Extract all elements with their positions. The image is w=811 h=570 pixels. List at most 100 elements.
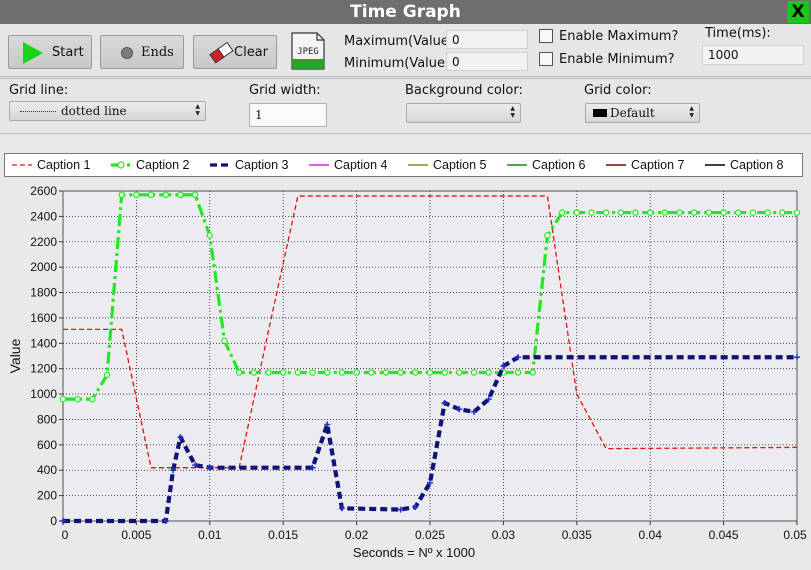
time-field[interactable]: 1000 — [702, 45, 804, 65]
record-dot-icon — [121, 47, 133, 59]
x-tick-label: 0.01 — [198, 528, 222, 542]
series-2-marker — [382, 369, 390, 376]
series-2-marker — [705, 209, 713, 216]
y-tick-label: 1800 — [30, 286, 57, 300]
series-2-marker — [544, 232, 551, 239]
enable-minimum-label: Enable Minimum? — [559, 52, 675, 67]
series-2-marker — [353, 369, 360, 376]
color-swatch-icon — [593, 109, 607, 117]
x-tick-label: 0.03 — [492, 528, 516, 542]
y-tick-label: 2400 — [30, 209, 57, 223]
series-2-marker — [691, 209, 698, 216]
series-2-marker — [735, 209, 742, 216]
series-2-marker — [779, 209, 786, 216]
start-button[interactable]: Start — [8, 35, 92, 69]
y-tick-label: 0 — [50, 514, 57, 528]
series-2-marker — [661, 209, 669, 216]
play-icon — [23, 42, 43, 64]
series-2-marker — [294, 369, 302, 376]
grid-color-select[interactable]: Default ▲ ▼ — [585, 103, 700, 123]
series-2-marker — [676, 209, 683, 216]
grid-color-label: Grid color: — [584, 83, 652, 98]
x-tick-label: 0.02 — [345, 528, 369, 542]
series-2-marker — [617, 209, 625, 216]
y-tick-label: 2000 — [30, 260, 57, 274]
minimum-value-field[interactable]: 0 — [446, 52, 528, 71]
series-2-marker — [412, 369, 419, 376]
ends-button[interactable]: Ends — [100, 35, 184, 69]
series-2-marker — [221, 337, 228, 344]
enable-maximum-label: Enable Maximum? — [559, 29, 679, 44]
clear-button[interactable]: Clear — [193, 35, 277, 69]
maximum-value-field[interactable]: 0 — [446, 30, 528, 49]
series-2-marker — [573, 209, 581, 216]
select-arrows-icon: ▲ ▼ — [689, 105, 694, 119]
grid-color-select-value: Default — [610, 106, 655, 120]
minimum-label: Minimum(Value): — [344, 56, 455, 71]
legend-label-6: Caption 6 — [532, 158, 586, 172]
y-tick-label: 400 — [37, 463, 57, 477]
series-2-marker — [485, 369, 492, 376]
series-2-marker — [206, 232, 213, 239]
time-graph-chart: 0 200 400 600 800 1000 1200 1400 1600 1800 2000 220… — [7, 184, 807, 560]
series-2-marker — [280, 369, 287, 376]
series-2-marker — [162, 191, 169, 199]
legend-label-8: Caption 8 — [730, 158, 784, 172]
chart-legend: Caption 1 Caption 2 Caption 3 Caption 4 Capt… — [4, 153, 803, 177]
series-2-marker — [324, 369, 331, 376]
series-2-marker — [368, 369, 375, 376]
clear-button-label: Clear — [234, 45, 268, 60]
series-2-marker — [147, 191, 155, 199]
legend-items: Caption 1 Caption 2 Caption 3 Caption 4 Capt… — [12, 158, 784, 172]
series-2-marker — [602, 209, 610, 216]
x-tick-label: 0.025 — [415, 528, 445, 542]
series-2-marker — [191, 191, 199, 199]
grid-width-field[interactable]: 1 — [249, 103, 327, 127]
y-tick-label: 600 — [37, 438, 57, 452]
series-2-marker — [764, 209, 771, 216]
series-2-marker — [647, 209, 654, 216]
y-tick-label: 1000 — [30, 387, 57, 401]
grid-line-select[interactable]: dotted line ▲ ▼ — [9, 101, 206, 121]
ends-button-label: Ends — [141, 45, 174, 60]
select-arrows-icon: ▲ ▼ — [510, 105, 515, 119]
background-color-label: Background color: — [405, 83, 523, 98]
y-axis-label: Value — [7, 338, 23, 373]
series-2-marker — [749, 209, 757, 216]
legend-label-4: Caption 4 — [334, 158, 388, 172]
enable-minimum-checkbox[interactable] — [539, 52, 553, 66]
series-2-marker — [558, 209, 566, 216]
y-tick-label: 1400 — [30, 336, 57, 350]
series-2-marker — [250, 369, 258, 376]
y-tick-label: 200 — [37, 489, 57, 503]
y-tick-label: 2600 — [30, 184, 57, 198]
grid-line-select-value: dotted line — [61, 104, 127, 118]
legend-label-7: Caption 7 — [631, 158, 685, 172]
x-tick-label: 0.05 — [783, 528, 807, 542]
x-tick-label: 0.035 — [562, 528, 592, 542]
series-2-marker — [74, 395, 81, 403]
series-2-marker — [514, 369, 522, 376]
y-tick-label: 800 — [37, 412, 57, 426]
select-arrows-icon: ▲ ▼ — [195, 103, 200, 117]
series-2-marker — [470, 369, 478, 376]
enable-maximum-checkbox[interactable] — [539, 29, 553, 43]
x-axis-label: Seconds = Nº x 1000 — [353, 545, 475, 560]
series-2-marker — [426, 369, 434, 376]
legend-label-1: Caption 1 — [37, 158, 91, 172]
series-2-marker — [235, 369, 243, 376]
legend-label-5: Caption 5 — [433, 158, 487, 172]
close-button[interactable]: X — [787, 1, 809, 23]
save-jpeg-icon[interactable]: JPEG — [290, 32, 326, 70]
dotted-line-icon — [20, 111, 56, 112]
series-2-marker — [441, 369, 448, 376]
x-tick-label: 0.015 — [268, 528, 298, 542]
window-title: Time Graph — [350, 2, 461, 22]
x-tick-label: 0 — [62, 528, 69, 542]
maximum-label: Maximum(Value): — [344, 34, 459, 49]
series-2-marker — [793, 209, 801, 216]
series-2-marker — [177, 191, 184, 199]
background-color-select[interactable]: ▲ ▼ — [406, 103, 521, 123]
legend-marker-2 — [117, 161, 125, 169]
eraser-icon — [209, 42, 234, 64]
